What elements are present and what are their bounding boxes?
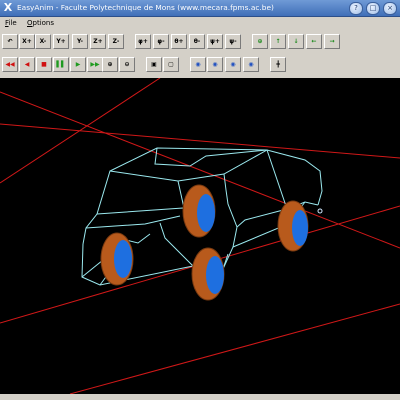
- arrow-left-icon: ←: [311, 38, 317, 45]
- bottom-frame: [0, 394, 400, 400]
- menu-options-rest: ptions: [32, 19, 55, 27]
- fast-forward-button[interactable]: ▶▶: [87, 57, 103, 72]
- axis-z-minus-icon: Z-: [112, 38, 120, 45]
- camera-1-button[interactable]: ◉: [190, 57, 206, 72]
- scene-canvas: [0, 78, 400, 394]
- car-edge: [81, 259, 104, 278]
- zoom-in-button[interactable]: ⊕: [102, 57, 118, 72]
- rewind-icon: ◀◀: [5, 61, 15, 68]
- phi-minus-button[interactable]: φ-: [153, 34, 169, 49]
- rotate-x-minus-button[interactable]: X-: [35, 34, 51, 49]
- step-back-button[interactable]: ◀: [19, 57, 35, 72]
- arrow-down-icon: ↓: [293, 38, 299, 45]
- wheel-rear-left: [277, 200, 309, 252]
- title-bar[interactable]: X EasyAnim - Faculte Polytechnique de Mo…: [0, 0, 400, 17]
- camera-icon: ◉: [230, 61, 236, 68]
- rotate-y-plus-button[interactable]: Y+: [53, 34, 69, 49]
- undo-view-button[interactable]: ↶: [2, 34, 18, 49]
- pan-down-button[interactable]: ↓: [288, 34, 304, 49]
- wire-view-icon: ▢: [168, 61, 174, 68]
- phi-minus-icon: φ-: [157, 38, 165, 45]
- phi-plus-icon: φ+: [138, 38, 148, 45]
- play-icon: ▶: [75, 61, 81, 68]
- menu-options[interactable]: Options: [27, 18, 54, 28]
- rewind-button[interactable]: ◀◀: [2, 57, 18, 72]
- fast-forward-icon: ▶▶: [90, 61, 100, 68]
- undo-icon: ↶: [7, 38, 13, 45]
- camera-icon: ◉: [195, 61, 201, 68]
- theta-minus-button[interactable]: θ-: [189, 34, 205, 49]
- pan-up-button[interactable]: ↑: [270, 34, 286, 49]
- play-button[interactable]: ▶: [70, 57, 86, 72]
- pan-right-button[interactable]: →: [324, 34, 340, 49]
- 3d-viewport[interactable]: [0, 78, 400, 394]
- window-title: EasyAnim - Faculte Polytechnique de Mons…: [17, 3, 274, 12]
- close-button[interactable]: ×: [383, 2, 397, 15]
- app-icon[interactable]: X: [2, 1, 14, 14]
- camera-2-button[interactable]: ◉: [207, 57, 223, 72]
- rim: [292, 210, 308, 246]
- camera-3-button[interactable]: ◉: [225, 57, 241, 72]
- pan-center-button[interactable]: ⊕: [252, 34, 268, 49]
- rotate-x-plus-button[interactable]: X+: [19, 34, 35, 49]
- theta-minus-icon: θ-: [193, 38, 201, 45]
- phi-plus-button[interactable]: φ+: [135, 34, 151, 49]
- view-wire-button[interactable]: ▢: [163, 57, 179, 72]
- pause-icon: ▌▌: [56, 61, 66, 68]
- axis-x-plus-icon: X+: [22, 38, 32, 45]
- axes-toggle-button[interactable]: ╋: [270, 57, 286, 72]
- car-edge: [154, 147, 268, 167]
- axes-icon: ╋: [276, 61, 280, 68]
- psi-minus-button[interactable]: ψ-: [225, 34, 241, 49]
- rotate-z-minus-button[interactable]: Z-: [108, 34, 124, 49]
- rim: [197, 194, 215, 232]
- solid-view-icon: ▣: [151, 61, 157, 68]
- camera-icon: ◉: [248, 61, 254, 68]
- car-edge: [85, 215, 181, 229]
- help-button[interactable]: ?: [349, 2, 363, 15]
- step-back-icon: ◀: [24, 61, 30, 68]
- theta-plus-icon: θ+: [174, 38, 184, 45]
- rotate-z-plus-button[interactable]: Z+: [90, 34, 106, 49]
- ground-line: [0, 123, 400, 159]
- menu-file[interactable]: File: [5, 18, 17, 28]
- ground-line: [69, 303, 400, 394]
- camera-4-button[interactable]: ◉: [243, 57, 259, 72]
- rim: [206, 256, 224, 294]
- animation-toolbar: ◀◀ ◀ ■ ▌▌ ▶ ▶▶ ⊕ ⊖ ▣ ▢ ◉ ◉ ◉ ◉ ╋: [0, 54, 400, 76]
- theta-plus-button[interactable]: θ+: [171, 34, 187, 49]
- pan-left-button[interactable]: ←: [306, 34, 322, 49]
- psi-minus-icon: ψ-: [229, 38, 237, 45]
- camera-icon: ◉: [212, 61, 218, 68]
- pause-button[interactable]: ▌▌: [53, 57, 69, 72]
- app-window: X EasyAnim - Faculte Polytechnique de Mo…: [0, 0, 400, 400]
- crosshair-icon: ⊕: [257, 38, 263, 45]
- front-marker: [317, 208, 323, 214]
- zoom-in-icon: ⊕: [107, 61, 113, 68]
- maximize-button[interactable]: □: [366, 2, 380, 15]
- wheel-front-left: [191, 247, 225, 301]
- arrow-up-icon: ↑: [275, 38, 281, 45]
- zoom-out-icon: ⊖: [124, 61, 130, 68]
- view-solid-button[interactable]: ▣: [146, 57, 162, 72]
- axis-y-minus-icon: Y-: [77, 38, 83, 45]
- arrow-right-icon: →: [329, 38, 335, 45]
- axis-y-plus-icon: Y+: [56, 38, 66, 45]
- stop-icon: ■: [41, 61, 47, 68]
- psi-plus-button[interactable]: ψ+: [207, 34, 223, 49]
- zoom-out-button[interactable]: ⊖: [119, 57, 135, 72]
- axis-z-plus-icon: Z+: [93, 38, 103, 45]
- wheel-front-right: [100, 232, 134, 286]
- view-toolbar: ↶ X+ X- Y+ Y- Z+ Z-φ+ φ-θ+ θ-ψ+ ψ- ⊕ ↑ ↓ ← →: [0, 31, 400, 53]
- rim: [114, 240, 132, 278]
- psi-plus-icon: ψ+: [210, 38, 220, 45]
- wheel-rear-right: [182, 184, 216, 238]
- menu-bar: File Options: [0, 17, 400, 29]
- rotate-y-minus-button[interactable]: Y-: [72, 34, 88, 49]
- axis-x-minus-icon: X-: [39, 38, 47, 45]
- stop-button[interactable]: ■: [36, 57, 52, 72]
- menu-file-rest: ile: [8, 19, 17, 27]
